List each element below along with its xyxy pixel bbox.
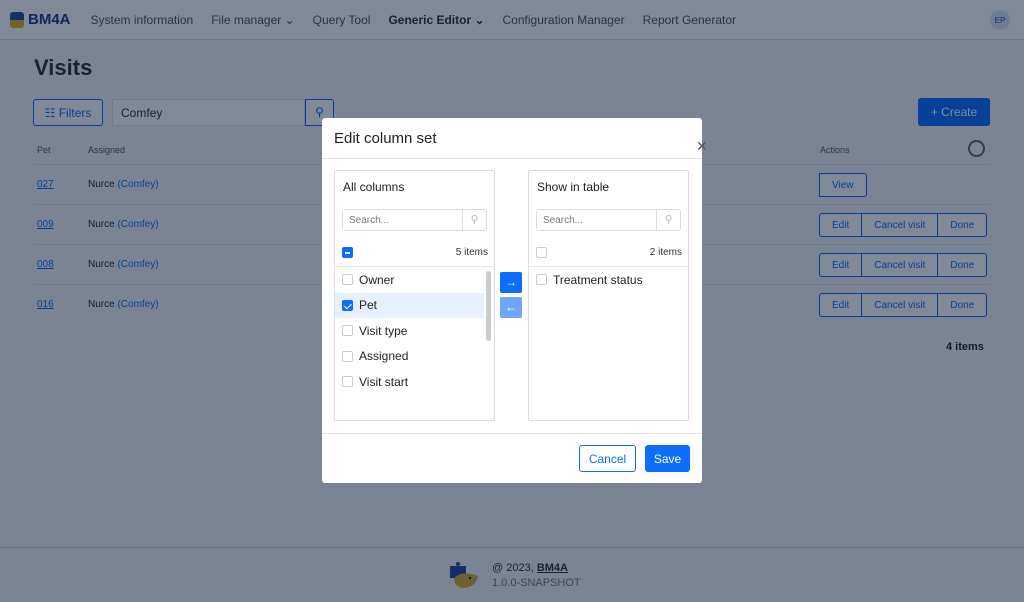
select-all-checkbox[interactable]: [342, 247, 353, 258]
item-checkbox[interactable]: [342, 299, 353, 311]
list-item[interactable]: Owner: [335, 267, 484, 293]
items-count: 2 items: [649, 247, 682, 258]
item-checkbox[interactable]: [342, 376, 353, 388]
show-in-table-search[interactable]: ⚲: [536, 209, 681, 231]
panel-title: Show in table: [537, 180, 610, 194]
divider: [322, 433, 702, 434]
item-checkbox[interactable]: [342, 274, 353, 286]
show-in-table-panel: Show in table ⚲ 2 items Treatment status: [528, 170, 689, 421]
list-item[interactable]: Pet: [335, 292, 484, 318]
divider: [322, 158, 702, 159]
panel-title: All columns: [343, 180, 405, 194]
save-button[interactable]: Save: [645, 445, 690, 472]
close-icon[interactable]: ✕: [696, 138, 708, 155]
item-label: Owner: [359, 272, 395, 287]
all-columns-search[interactable]: ⚲: [342, 209, 487, 231]
show-in-table-list: Treatment status: [529, 266, 688, 293]
move-left-button[interactable]: ←: [500, 297, 522, 318]
dialog-title: Edit column set: [334, 130, 437, 147]
all-columns-list: Owner Pet Visit type Assigned Visit start: [335, 266, 494, 395]
item-checkbox[interactable]: [342, 325, 353, 337]
item-label: Pet: [359, 298, 378, 313]
all-columns-search-input[interactable]: [343, 210, 463, 230]
list-item[interactable]: Visit start: [335, 369, 484, 395]
edit-column-set-dialog: Edit column set ✕ All columns ⚲ 5 items …: [322, 118, 708, 483]
select-all-checkbox[interactable]: [536, 247, 547, 258]
all-columns-panel: All columns ⚲ 5 items Owner Pet Visit type…: [334, 170, 495, 421]
item-checkbox[interactable]: [342, 350, 353, 362]
list-item[interactable]: Treatment status: [529, 267, 678, 293]
list-item[interactable]: Visit type: [335, 318, 484, 344]
item-label: Treatment status: [553, 272, 643, 287]
item-label: Assigned: [359, 349, 409, 364]
search-icon[interactable]: ⚲: [656, 210, 680, 230]
item-checkbox[interactable]: [536, 274, 547, 286]
show-in-table-search-input[interactable]: [537, 210, 657, 230]
move-right-button[interactable]: →: [500, 272, 522, 293]
search-icon[interactable]: ⚲: [462, 210, 486, 230]
cancel-button[interactable]: Cancel: [579, 445, 636, 472]
scrollbar[interactable]: [486, 271, 491, 341]
items-count: 5 items: [455, 247, 488, 258]
item-label: Visit start: [359, 374, 409, 389]
list-item[interactable]: Assigned: [335, 344, 484, 370]
item-label: Visit type: [359, 323, 408, 338]
